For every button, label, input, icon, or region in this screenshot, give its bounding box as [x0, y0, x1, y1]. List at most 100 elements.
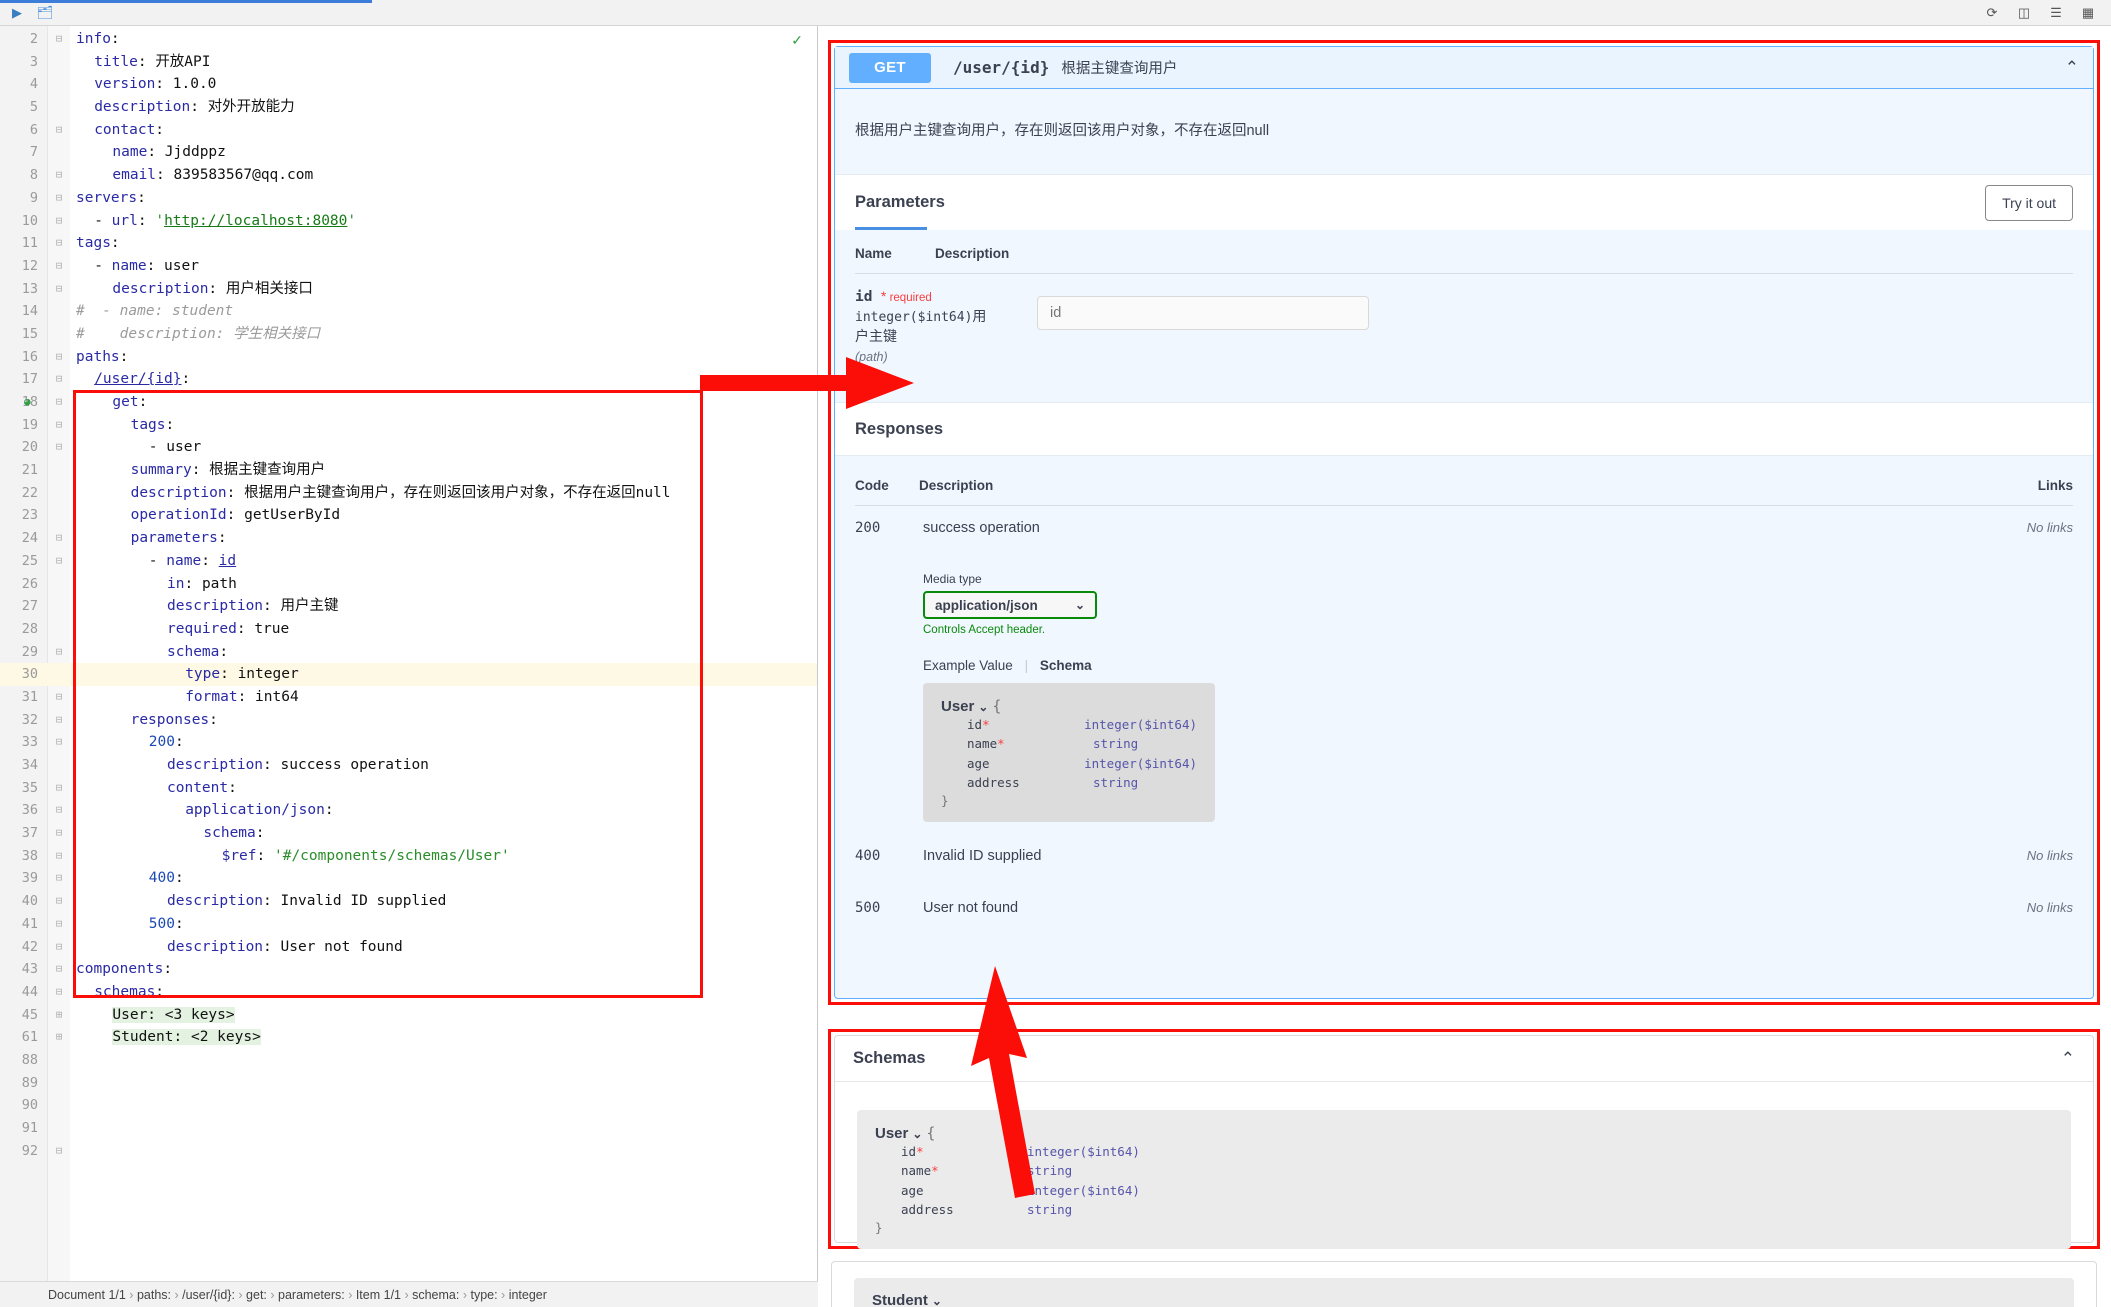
media-type-select[interactable]: application/json ⌄: [923, 591, 1097, 619]
grid-view-icon[interactable]: ▦: [2079, 4, 2097, 22]
fold-toggle-icon[interactable]: ⊟: [52, 822, 66, 845]
breadcrumb-item[interactable]: parameters:: [278, 1288, 345, 1302]
code-line[interactable]: 23operationId: getUserById: [0, 504, 817, 527]
fold-toggle-icon[interactable]: ⊞: [52, 1004, 66, 1027]
chevron-up-icon[interactable]: ⌃: [2065, 58, 2079, 78]
code-line[interactable]: 31⊟format: int64: [0, 686, 817, 709]
code-line[interactable]: 61⊞Student: <2 keys>: [0, 1026, 817, 1049]
schemas-header[interactable]: Schemas ⌃: [835, 1036, 2093, 1082]
code-line[interactable]: 32⊟responses:: [0, 709, 817, 732]
fold-toggle-icon[interactable]: ⊟: [52, 845, 66, 868]
code-line[interactable]: 41⊟500:: [0, 913, 817, 936]
code-line[interactable]: 15# description: 学生相关接口: [0, 323, 817, 346]
tab-parameters[interactable]: Parameters: [855, 193, 945, 212]
code-line[interactable]: 10⊟- url: 'http://localhost:8080': [0, 210, 817, 233]
fold-toggle-icon[interactable]: ⊟: [52, 936, 66, 959]
fold-toggle-icon[interactable]: ⊟: [52, 368, 66, 391]
code-line[interactable]: 6⊟contact:: [0, 119, 817, 142]
fold-toggle-icon[interactable]: ⊟: [52, 709, 66, 732]
code-line[interactable]: 22description: 根据用户主键查询用户，存在则返回该用户对象，不存在…: [0, 482, 817, 505]
fold-toggle-icon[interactable]: ⊟: [52, 391, 66, 414]
breadcrumb-item[interactable]: /user/{id}:: [182, 1288, 235, 1302]
run-icon[interactable]: ▶: [8, 4, 26, 22]
fold-toggle-icon[interactable]: ⊟: [52, 958, 66, 981]
fold-toggle-icon[interactable]: ⊟: [52, 981, 66, 1004]
code-line[interactable]: 42⊟description: User not found: [0, 936, 817, 959]
fold-toggle-icon[interactable]: ⊟: [52, 777, 66, 800]
code-line[interactable]: 14# - name: student: [0, 300, 817, 323]
fold-toggle-icon[interactable]: ⊟: [52, 867, 66, 890]
code-line[interactable]: 19⊟tags:: [0, 414, 817, 437]
breadcrumb-item[interactable]: Document 1/1: [48, 1288, 126, 1302]
fold-toggle-icon[interactable]: ⊟: [52, 414, 66, 437]
code-line[interactable]: 38⊟$ref: '#/components/schemas/User': [0, 845, 817, 868]
breadcrumb-item[interactable]: schema:: [412, 1288, 459, 1302]
code-line[interactable]: 40⊟description: Invalid ID supplied: [0, 890, 817, 913]
code-line[interactable]: 25⊟- name: id: [0, 550, 817, 573]
operation-summary-header[interactable]: GET /user/{id} 根据主键查询用户 ⌃: [835, 47, 2093, 89]
open-file-icon[interactable]: 🗂: [36, 4, 54, 22]
code-line[interactable]: 36⊟application/json:: [0, 799, 817, 822]
code-line[interactable]: 91: [0, 1117, 817, 1140]
fold-toggle-icon[interactable]: ⊟: [52, 187, 66, 210]
code-line[interactable]: 2⊟info:: [0, 28, 817, 51]
fold-toggle-icon[interactable]: ⊟: [52, 913, 66, 936]
fold-toggle-icon[interactable]: ⊟: [52, 210, 66, 233]
split-vertical-icon[interactable]: ◫: [2015, 4, 2033, 22]
fold-toggle-icon[interactable]: ⊟: [52, 346, 66, 369]
param-id-input[interactable]: [1037, 296, 1369, 330]
fold-toggle-icon[interactable]: ⊟: [52, 232, 66, 255]
fold-toggle-icon[interactable]: ⊟: [52, 119, 66, 142]
code-line[interactable]: 43⊟components:: [0, 958, 817, 981]
try-it-out-button[interactable]: Try it out: [1985, 185, 2073, 221]
breadcrumb-item[interactable]: get:: [246, 1288, 267, 1302]
code-line[interactable]: 37⊟schema:: [0, 822, 817, 845]
code-line[interactable]: 21summary: 根据主键查询用户: [0, 459, 817, 482]
editor-code-area[interactable]: 2⊟info:3title: 开放API4version: 1.0.05desc…: [0, 26, 817, 1162]
code-line[interactable]: 29⊟schema:: [0, 641, 817, 664]
fold-toggle-icon[interactable]: ⊟: [52, 28, 66, 51]
code-line[interactable]: 34description: success operation: [0, 754, 817, 777]
fold-toggle-icon[interactable]: ⊟: [52, 799, 66, 822]
breadcrumb-item[interactable]: Item 1/1: [356, 1288, 401, 1302]
fold-toggle-icon[interactable]: ⊟: [52, 436, 66, 459]
code-line[interactable]: 18◕⊟get:: [0, 391, 817, 414]
code-line[interactable]: 27description: 用户主键: [0, 595, 817, 618]
code-line[interactable]: 24⊟parameters:: [0, 527, 817, 550]
fold-toggle-icon[interactable]: ⊟: [52, 641, 66, 664]
fold-toggle-icon[interactable]: ⊟: [52, 550, 66, 573]
fold-toggle-icon[interactable]: ⊟: [52, 890, 66, 913]
code-line[interactable]: 39⊟400:: [0, 867, 817, 890]
code-line[interactable]: 30type: integer: [0, 663, 817, 686]
chevron-down-icon[interactable]: ⌄: [932, 1294, 942, 1307]
fold-toggle-icon[interactable]: ⊟: [52, 255, 66, 278]
code-line[interactable]: 5description: 对外开放能力: [0, 96, 817, 119]
code-line[interactable]: 4version: 1.0.0: [0, 73, 817, 96]
code-line[interactable]: 88: [0, 1049, 817, 1072]
fold-toggle-icon[interactable]: ⊟: [52, 527, 66, 550]
refresh-icon[interactable]: ⟳: [1983, 4, 2001, 22]
code-line[interactable]: 12⊟- name: user: [0, 255, 817, 278]
code-line[interactable]: 89: [0, 1072, 817, 1095]
breadcrumb-item[interactable]: paths:: [137, 1288, 171, 1302]
code-line[interactable]: 33⊟200:: [0, 731, 817, 754]
breadcrumb-item[interactable]: type:: [470, 1288, 497, 1302]
code-line[interactable]: 45⊞User: <3 keys>: [0, 1004, 817, 1027]
fold-toggle-icon[interactable]: ⊞: [52, 1026, 66, 1049]
chevron-up-icon[interactable]: ⌃: [2061, 1049, 2075, 1069]
fold-toggle-icon[interactable]: ⊟: [52, 686, 66, 709]
chevron-down-icon[interactable]: ⌄: [912, 1127, 922, 1141]
fold-toggle-icon[interactable]: ⊟: [52, 731, 66, 754]
chevron-down-icon[interactable]: ⌄: [978, 700, 988, 714]
code-line[interactable]: 9⊟servers:: [0, 187, 817, 210]
yaml-editor[interactable]: 2⊟info:3title: 开放API4version: 1.0.05desc…: [0, 26, 818, 1281]
fold-toggle-icon[interactable]: ⊟: [52, 164, 66, 187]
breadcrumb-item[interactable]: integer: [509, 1288, 547, 1302]
code-line[interactable]: 3title: 开放API: [0, 51, 817, 74]
code-line[interactable]: 16⊟paths:: [0, 346, 817, 369]
code-line[interactable]: 20⊟- user: [0, 436, 817, 459]
code-line[interactable]: 90: [0, 1094, 817, 1117]
fold-toggle-icon[interactable]: ⊟: [52, 278, 66, 301]
code-line[interactable]: 8⊟email: 839583567@qq.com: [0, 164, 817, 187]
code-line[interactable]: 7name: Jjddppz: [0, 141, 817, 164]
